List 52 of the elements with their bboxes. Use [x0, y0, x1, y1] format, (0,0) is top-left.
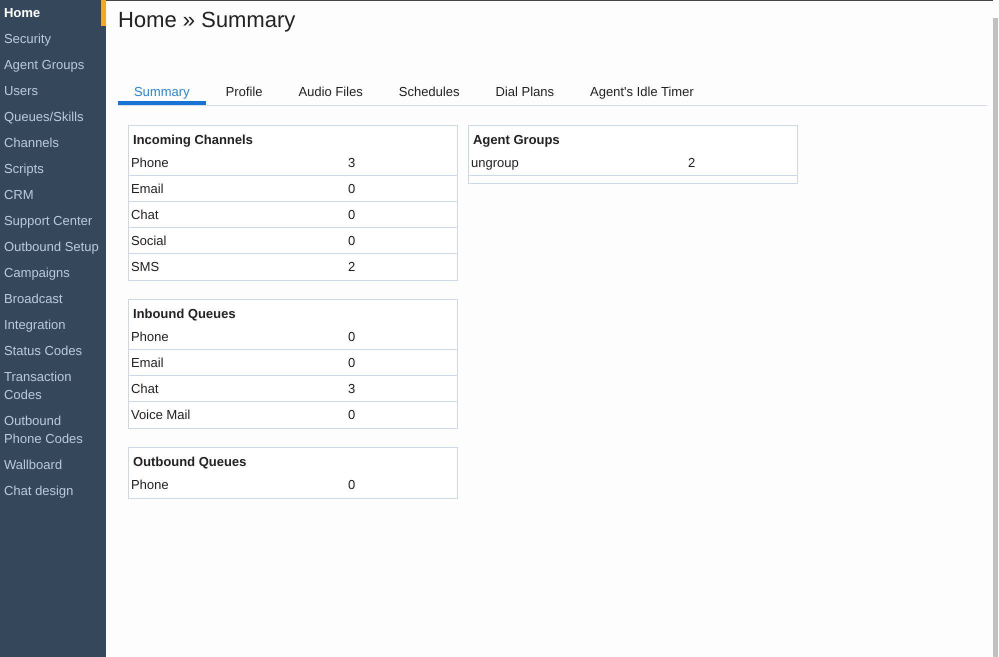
sidebar-item[interactable]: Security	[0, 26, 106, 52]
row-value: 2	[688, 154, 696, 172]
row-value: 3	[348, 380, 356, 398]
row-label: Chat	[131, 206, 160, 224]
row-value: 0	[348, 354, 356, 372]
row-value: 0	[348, 328, 356, 346]
sidebar-item[interactable]: Queues/Skills	[0, 104, 106, 130]
sidebar-item[interactable]: Campaigns	[0, 260, 106, 286]
sidebar-item[interactable]: CRM	[0, 182, 106, 208]
row-label: Phone	[131, 328, 170, 346]
sidebar-item[interactable]: Channels	[0, 130, 106, 156]
tab[interactable]: Profile	[210, 83, 278, 105]
sidebar-item[interactable]: Scripts	[0, 156, 106, 182]
row-label: SMS	[131, 258, 160, 276]
sidebar-item[interactable]: Home	[0, 0, 106, 26]
row-label: Chat	[131, 380, 160, 398]
sidebar-item[interactable]: Users	[0, 78, 106, 104]
row-value: 0	[348, 206, 356, 224]
row-value: 0	[348, 180, 356, 198]
sidebar-item[interactable]: Agent Groups	[0, 52, 106, 78]
tab[interactable]: Agent's Idle Timer	[574, 83, 710, 105]
page-title: Home » Summary	[118, 6, 296, 34]
row-label: Phone	[131, 476, 170, 494]
panel-title: Agent Groups	[472, 131, 561, 149]
row-value: 0	[348, 406, 356, 424]
tab[interactable]: Audio Files	[282, 83, 379, 105]
row-label: Email	[131, 354, 165, 372]
sidebar-item[interactable]: Chat design	[0, 478, 106, 504]
sidebar-item[interactable]: Wallboard	[0, 452, 106, 478]
sidebar-item[interactable]: Status Codes	[0, 338, 106, 364]
row-label: Email	[131, 180, 165, 198]
sidebar-item[interactable]: Outbound Setup	[0, 234, 106, 260]
row-label: Voice Mail	[131, 406, 192, 424]
panel-title: Incoming Channels	[132, 131, 254, 149]
sidebar-item[interactable]: Broadcast	[0, 286, 106, 312]
tab[interactable]: Dial Plans	[480, 83, 570, 105]
row-value: 3	[348, 154, 356, 172]
row-value: 0	[348, 476, 356, 494]
sidebar-item[interactable]: Support Center	[0, 208, 106, 234]
row-label: Phone	[131, 154, 170, 172]
sidebar-item[interactable]: Outbound Phone Codes	[0, 408, 106, 452]
tab[interactable]: Summary	[118, 83, 206, 105]
row-value: 0	[348, 232, 356, 250]
row-value: 2	[348, 258, 356, 276]
sidebar-item[interactable]: Integration	[0, 312, 106, 338]
row-label: Social	[131, 232, 168, 250]
scrollbar[interactable]	[993, 18, 998, 657]
row-label: ungroup	[471, 154, 520, 172]
sidebar-item[interactable]: Transaction Codes	[0, 364, 106, 408]
tab[interactable]: Schedules	[382, 83, 476, 105]
panel-title: Outbound Queues	[132, 453, 248, 471]
panel-title: Inbound Queues	[132, 305, 237, 323]
